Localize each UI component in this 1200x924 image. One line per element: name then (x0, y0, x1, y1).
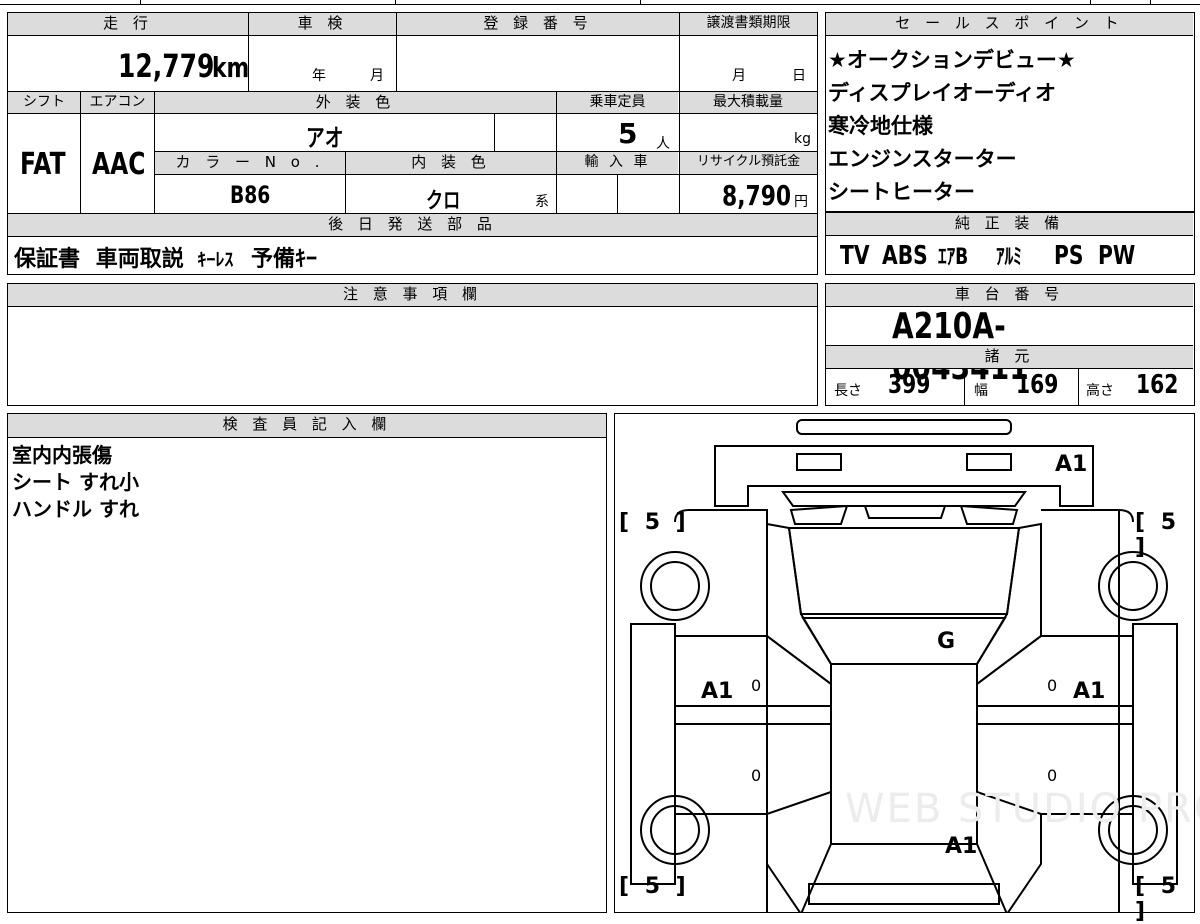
equipment-item: PS (1054, 241, 1084, 271)
caution-header: 注 意 事 項 欄 (8, 284, 817, 306)
shift-value: FAT (20, 147, 66, 182)
small-mark: 0 (751, 766, 762, 785)
interior-color-header: 内 装 色 (346, 152, 556, 174)
watermark: WEB STUDIO PRO (845, 786, 1200, 832)
marker-center: G (937, 629, 956, 654)
factory-equipment-list: TV ABS ｴｱB ｱﾙﾐ PS PW (840, 239, 1138, 271)
tire-bracket-bottom-left: [ 5 ] (619, 874, 690, 899)
tire-bracket-top-left: [ 5 ] (619, 510, 690, 535)
capacity-value: 5 (618, 117, 638, 150)
later-parts-header: 後 日 発 送 部 品 (8, 214, 817, 236)
tire-bracket-top-right: [ 5 ] (1135, 510, 1181, 560)
max-load-unit: kg (794, 131, 811, 147)
vehicle-info-sheet: 走 行 車 検 登 録 番 号 譲渡書類期限 12,779 km 年 月 月 日… (7, 12, 818, 275)
registration-header: 登 録 番 号 (397, 13, 679, 35)
capacity-header: 乗車定員 (557, 92, 678, 113)
small-mark: 0 (1047, 676, 1058, 695)
later-part-item: 保証書 (14, 247, 81, 272)
length-value: 399 (888, 370, 931, 400)
factory-equipment-panel: 純 正 装 備 TV ABS ｴｱB ｱﾙﾐ PS PW (825, 212, 1195, 275)
sales-points-list: ★オークションデビュー★ ディスプレイオーディオ 寒冷地仕様 エンジンスターター… (828, 44, 1076, 209)
sales-point-item: ★オークションデビュー★ (828, 48, 1076, 72)
car-outline-diagram (630, 419, 1178, 912)
small-mark: 0 (1047, 766, 1058, 785)
equipment-item: ABS (882, 241, 928, 271)
marker-right-side: A1 (1073, 679, 1106, 704)
recycle-unit: 円 (794, 194, 808, 210)
interior-color-value: クロ (426, 189, 461, 214)
height-value: 162 (1136, 370, 1179, 400)
inspector-header: 検 査 員 記 入 欄 (8, 414, 606, 437)
aircon-value: AAC (92, 147, 146, 182)
shift-header: シフト (8, 92, 80, 113)
inspector-note: 室内内張傷 (12, 443, 112, 467)
marker-left-side: A1 (701, 679, 734, 704)
color-no-value: B86 (230, 181, 271, 209)
inspection-month-unit: 月 (370, 68, 384, 84)
recycle-header: リサイクル預託金 (680, 152, 817, 174)
sales-point-item: 寒冷地仕様 (828, 114, 933, 138)
length-label: 長さ (834, 383, 862, 399)
inspection-header: 車 検 (249, 13, 396, 35)
transfer-deadline-header: 譲渡書類期限 (680, 13, 817, 35)
caution-panel: 注 意 事 項 欄 (7, 283, 818, 406)
equipment-item: ｱﾙﾐ (996, 245, 1022, 270)
mileage-header: 走 行 (8, 13, 248, 35)
exterior-color-value: アオ (306, 124, 344, 152)
sales-point-item: シートヒーター (828, 180, 975, 204)
height-label: 高さ (1086, 383, 1114, 399)
small-mark: 0 (751, 676, 762, 695)
sales-point-item: ディスプレイオーディオ (828, 81, 1057, 105)
later-parts-list: 保証書 車両取説 ｷｰﾚｽ 予備ｷｰ (14, 241, 317, 273)
chassis-panel: 車 台 番 号 A210A-0043411 諸 元 長さ 399 幅 169 高… (825, 283, 1195, 406)
marker-front: A1 (945, 834, 978, 859)
width-label: 幅 (974, 383, 988, 399)
later-part-item: ｷｰﾚｽ (197, 250, 234, 271)
inspector-note: ハンドル すれ (12, 497, 139, 521)
top-strip (0, 0, 1200, 6)
import-header: 輸 入 車 (557, 152, 678, 174)
inspector-note: シート すれ小 (12, 470, 139, 494)
sales-points-panel: セ ー ル ス ポ イ ン ト ★オークションデビュー★ ディスプレイオーディオ… (825, 12, 1195, 212)
inspection-year-unit: 年 (312, 68, 326, 84)
equipment-item: PW (1098, 241, 1136, 271)
aircon-header: エアコン (81, 92, 154, 113)
mileage-unit: km (212, 51, 250, 84)
deadline-month-unit: 月 (732, 68, 746, 84)
equipment-item: ｴｱB (938, 245, 969, 270)
width-value: 169 (1016, 370, 1059, 400)
interior-color-suffix: 系 (535, 194, 549, 210)
deadline-day-unit: 日 (792, 68, 806, 84)
equipment-item: TV (840, 241, 870, 271)
inspector-notes: 室内内張傷 シート すれ小 ハンドル すれ (12, 442, 139, 523)
color-no-header: カ ラ ー N o . (155, 152, 345, 174)
sales-points-header: セ ー ル ス ポ イ ン ト (826, 13, 1193, 35)
damage-diagram-panel: A1 G A1 A1 A1 0 0 0 0 [ 5 ] [ 5 ] [ 5 ] … (614, 413, 1200, 924)
tire-bracket-bottom-right: [ 5 ] (1135, 874, 1181, 924)
exterior-color-header: 外 装 色 (155, 92, 556, 113)
later-part-item: 車両取説 (95, 247, 184, 272)
max-load-header: 最大積載量 (679, 92, 817, 113)
later-part-item: 予備ｷｰ (251, 247, 318, 272)
chassis-header: 車 台 番 号 (826, 284, 1193, 306)
specs-header: 諸 元 (826, 346, 1193, 368)
factory-equipment-header: 純 正 装 備 (826, 213, 1193, 235)
sales-point-item: エンジンスターター (828, 147, 1017, 171)
capacity-unit: 人 (656, 136, 670, 152)
marker-rear: A1 (1055, 452, 1088, 477)
inspector-panel: 検 査 員 記 入 欄 室内内張傷 シート すれ小 ハンドル すれ (7, 413, 607, 913)
